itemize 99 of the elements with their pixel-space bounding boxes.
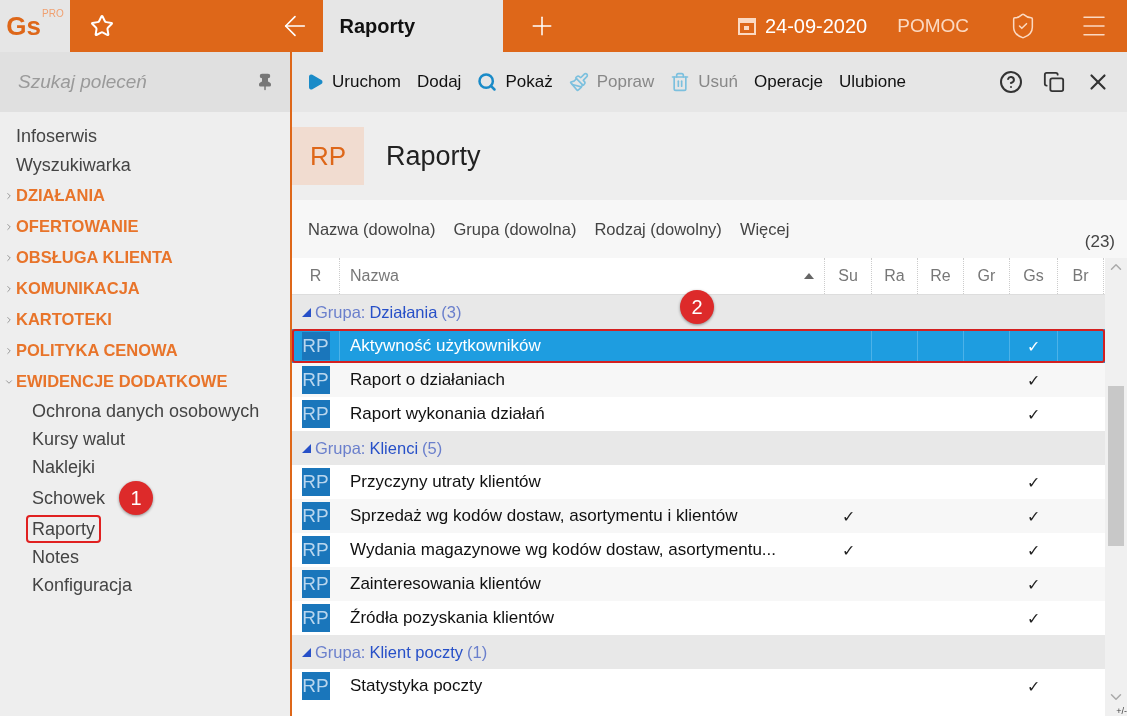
chevron-right-icon	[4, 345, 14, 356]
table-cell-text: Wydania magazynowe wg kodów dostaw, asortymentu...	[349, 539, 777, 561]
collapse-triangle-icon	[302, 307, 311, 317]
report-icon: RP	[301, 570, 330, 598]
table-cell-text: Raport wykonania działań	[349, 403, 546, 425]
table-row[interactable]: RP Raport o działaniach ✓	[292, 363, 1105, 397]
group-count: (5)	[422, 438, 443, 458]
module-badge: RP	[292, 127, 364, 185]
report-icon: RP	[301, 468, 330, 496]
sidebar-item[interactable]: Konfiguracja	[26, 571, 139, 599]
table-cell-text: Źródła pozyskania klientów	[349, 607, 556, 629]
group-count: (3)	[441, 302, 462, 322]
group-row[interactable]: Grupa: Klient poczty (1)	[292, 635, 1105, 669]
chevron-right-icon	[4, 252, 14, 263]
record-count: (23)	[1084, 232, 1115, 252]
date-text: 24-09-2020	[764, 14, 868, 38]
logo-edition-text: PRO	[42, 8, 64, 19]
search-field[interactable]: Szukaj poleceń	[16, 70, 248, 94]
chevron-right-icon	[4, 221, 14, 232]
chevron-right-icon	[4, 190, 14, 201]
filter-button[interactable]: Rodzaj (dowolny)	[594, 219, 722, 239]
search-field[interactable]: Szukaj poleceń	[0, 52, 290, 112]
table-cell-text: Zainteresowania klientów	[349, 573, 542, 595]
search-icon	[477, 72, 498, 92]
report-icon: RP	[301, 332, 330, 360]
calendar-icon	[736, 16, 757, 36]
filter-button[interactable]: Nazwa (dowolna)	[308, 219, 436, 239]
chevron-right-icon	[4, 283, 14, 294]
trash-icon	[670, 72, 691, 92]
table-cell-text: Przyczyny utraty klientów	[349, 471, 542, 493]
table-cell-text: Aktywność użytkowników	[349, 335, 542, 357]
sidebar-item[interactable]: Naklejki	[26, 453, 102, 481]
table-row[interactable]: RP Zainteresowania klientów ✓	[292, 567, 1105, 601]
sidebar-link[interactable]: Wyszukiwarka	[0, 151, 290, 180]
check-mark: ✓	[1027, 608, 1040, 628]
callout-badge: 1	[119, 481, 154, 515]
group-name: Klienci	[369, 438, 419, 458]
tab[interactable]: Raporty	[323, 0, 504, 52]
column-header[interactable]: Br	[1058, 258, 1104, 294]
column-header[interactable]: Su	[825, 258, 872, 294]
expand-toggle[interactable]: +/-	[1116, 706, 1127, 716]
restore-icon	[1043, 71, 1065, 93]
group-name: Klient poczty	[369, 642, 463, 662]
group-name: Działania	[369, 302, 438, 322]
report-icon: RP	[301, 604, 330, 632]
report-icon: RP	[301, 502, 330, 530]
check-mark: ✓	[841, 540, 855, 560]
filter-button[interactable]: Więcej	[739, 219, 790, 239]
table-cell-text: Raport o działaniach	[349, 369, 506, 391]
toolbar-button[interactable]: Uruchom	[300, 68, 407, 96]
group-row[interactable]: Grupa: Klienci (5)	[292, 431, 1105, 465]
sidebar-item[interactable]: Notes	[26, 543, 86, 571]
toolbar-button[interactable]: Pokaż	[471, 68, 559, 96]
scrollbar-thumb[interactable]	[1108, 386, 1124, 546]
column-header[interactable]: Gr	[964, 258, 1010, 294]
check-mark: ✓	[1027, 404, 1040, 424]
pin-icon[interactable]	[256, 73, 274, 91]
app-logo: Gs	[6, 12, 41, 40]
group-label: Grupa:	[315, 642, 366, 662]
check-mark: ✓	[1027, 540, 1040, 560]
chevron-right-icon	[4, 314, 14, 325]
play-icon	[306, 73, 324, 91]
toolbar-button[interactable]: Dodaj	[410, 68, 468, 96]
sidebar-item[interactable]: Kursy walut	[26, 425, 132, 453]
check-mark: ✓	[1027, 506, 1040, 526]
check-mark: ✓	[1027, 336, 1040, 356]
brush-icon	[568, 72, 589, 92]
group-label: Grupa:	[315, 438, 366, 458]
column-header[interactable]: Ra	[872, 258, 918, 294]
check-mark: ✓	[1027, 472, 1040, 492]
report-icon: RP	[301, 536, 330, 564]
collapse-triangle-icon	[302, 443, 311, 453]
check-mark: ✓	[1027, 676, 1040, 696]
column-header[interactable]: Gs	[1010, 258, 1058, 294]
sidebar-link[interactable]: Infoserwis	[0, 122, 290, 151]
toolbar-button[interactable]: Ulubione	[832, 68, 913, 96]
help-icon	[999, 70, 1023, 94]
table-row[interactable]: RP Sprzedaż wg kodów dostaw, asortymentu i klientów ✓ ✓	[292, 499, 1105, 533]
report-icon: RP	[301, 672, 330, 700]
column-header[interactable]: R	[292, 258, 340, 294]
star-icon	[90, 14, 114, 38]
table-cell-text: Sprzedaż wg kodów dostaw, asortymentu i klientów	[349, 505, 739, 527]
check-mark: ✓	[1027, 574, 1040, 594]
filter-button[interactable]: Grupa (dowolna)	[453, 219, 577, 239]
toolbar-button[interactable]: Operacje	[747, 68, 829, 96]
check-mark: ✓	[841, 506, 855, 526]
group-count: (1)	[467, 642, 488, 662]
check-mark: ✓	[1027, 370, 1040, 390]
report-icon: RP	[301, 366, 330, 394]
column-header[interactable]: Re	[918, 258, 964, 294]
table-cell-text: Statystyka poczty	[349, 675, 484, 697]
page-title: Raporty	[386, 140, 481, 172]
sidebar-item[interactable]: Schowek	[26, 484, 112, 512]
group-label: Grupa:	[315, 302, 366, 322]
sidebar-item[interactable]: Raporty	[26, 515, 102, 543]
sort-arrow-icon	[804, 273, 814, 279]
collapse-triangle-icon	[302, 647, 311, 657]
report-icon: RP	[301, 400, 330, 428]
sidebar-item[interactable]: Ochrona danych osobowych	[26, 397, 266, 425]
